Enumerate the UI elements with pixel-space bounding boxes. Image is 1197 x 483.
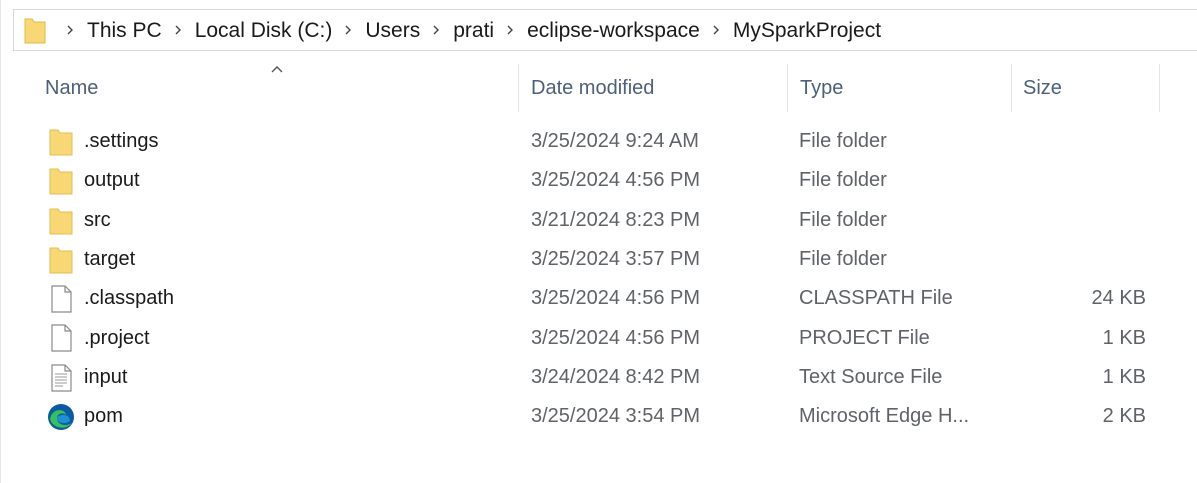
file-date-modified: 3/24/2024 8:42 PM xyxy=(531,365,701,388)
column-header-type[interactable]: Type xyxy=(800,62,843,114)
file-date-modified: 3/21/2024 8:23 PM xyxy=(531,208,701,231)
file-name: src xyxy=(84,208,111,231)
file-date-modified: 3/25/2024 3:54 PM xyxy=(531,405,701,428)
sort-ascending-icon xyxy=(271,66,283,73)
file-size xyxy=(1011,122,1146,161)
folder-icon xyxy=(49,247,73,274)
breadcrumb-item-this-pc[interactable]: This PC xyxy=(87,20,162,41)
chevron-right-icon[interactable] xyxy=(502,22,518,38)
file-date-modified: 3/25/2024 3:57 PM xyxy=(531,248,701,271)
list-item[interactable]: input 3/24/2024 8:42 PM Text Source File… xyxy=(1,358,1197,397)
file-type: Text Source File xyxy=(799,365,943,388)
chevron-right-icon[interactable] xyxy=(170,22,186,38)
chevron-right-icon[interactable] xyxy=(708,22,724,38)
column-header-date-modified[interactable]: Date modified xyxy=(531,62,654,114)
column-divider[interactable] xyxy=(787,64,788,112)
folder-icon xyxy=(24,18,46,44)
list-item[interactable]: .settings 3/25/2024 9:24 AM File folder xyxy=(1,122,1197,161)
file-size xyxy=(1011,201,1146,240)
list-item[interactable]: target 3/25/2024 3:57 PM File folder xyxy=(1,240,1197,279)
file-type: File folder xyxy=(799,248,887,271)
file-name: .classpath xyxy=(84,287,175,310)
file-date-modified: 3/25/2024 4:56 PM xyxy=(531,169,701,192)
file-list: .settings 3/25/2024 9:24 AM File folder … xyxy=(1,122,1197,436)
file-size: 24 KB xyxy=(1091,287,1146,310)
breadcrumb-item-local-disk[interactable]: Local Disk (C:) xyxy=(195,20,333,41)
file-size: 1 KB xyxy=(1102,365,1146,388)
text-file-icon xyxy=(51,364,72,392)
file-name: .project xyxy=(84,326,150,349)
file-date-modified: 3/25/2024 4:56 PM xyxy=(531,326,701,349)
folder-icon xyxy=(49,168,73,195)
breadcrumb-item-users[interactable]: Users xyxy=(365,20,420,41)
folder-icon xyxy=(49,208,73,235)
file-name: pom xyxy=(84,405,123,428)
file-icon xyxy=(51,285,72,313)
file-size: 2 KB xyxy=(1102,405,1146,428)
file-date-modified: 3/25/2024 4:56 PM xyxy=(531,287,701,310)
file-type: File folder xyxy=(799,130,887,153)
file-name: .settings xyxy=(84,130,159,153)
file-explorer-window: This PC Local Disk (C:) Users prati ecli… xyxy=(0,0,1197,483)
chevron-right-icon[interactable] xyxy=(428,22,444,38)
column-divider[interactable] xyxy=(518,64,519,112)
list-item[interactable]: pom 3/25/2024 3:54 PM Microsoft Edge H..… xyxy=(1,397,1197,436)
folder-icon xyxy=(49,129,73,156)
file-size xyxy=(1011,240,1146,279)
file-type: CLASSPATH File xyxy=(799,287,953,310)
list-item[interactable]: src 3/21/2024 8:23 PM File folder xyxy=(1,201,1197,240)
file-type: PROJECT File xyxy=(799,326,930,349)
breadcrumb-item-prati[interactable]: prati xyxy=(453,20,494,41)
list-item[interactable]: .project 3/25/2024 4:56 PM PROJECT File … xyxy=(1,318,1197,357)
file-name: input xyxy=(84,365,128,388)
file-type: File folder xyxy=(799,169,887,192)
chevron-right-icon[interactable] xyxy=(62,22,78,38)
edge-icon xyxy=(48,404,74,431)
file-size: 1 KB xyxy=(1102,326,1146,349)
breadcrumb[interactable]: This PC Local Disk (C:) Users prati ecli… xyxy=(13,9,1197,51)
file-type: Microsoft Edge H... xyxy=(799,405,970,428)
file-icon xyxy=(51,324,72,353)
list-item[interactable]: output 3/25/2024 4:56 PM File folder xyxy=(1,161,1197,200)
breadcrumb-item-myspark-project[interactable]: MySparkProject xyxy=(733,20,881,41)
list-item[interactable]: .classpath 3/25/2024 4:56 PM CLASSPATH F… xyxy=(1,279,1197,318)
column-header-name[interactable]: Name xyxy=(45,62,98,114)
file-date-modified: 3/25/2024 9:24 AM xyxy=(531,130,699,153)
chevron-right-icon[interactable] xyxy=(340,22,356,38)
column-header-size[interactable]: Size xyxy=(1023,62,1062,114)
file-type: File folder xyxy=(799,208,887,231)
breadcrumb-item-eclipse-workspace[interactable]: eclipse-workspace xyxy=(527,20,700,41)
file-name: output xyxy=(84,169,140,192)
file-size xyxy=(1011,161,1146,200)
file-name: target xyxy=(84,248,136,271)
column-header-row: Name Date modified Type Size xyxy=(1,62,1197,114)
column-divider[interactable] xyxy=(1011,64,1012,112)
column-divider[interactable] xyxy=(1159,64,1160,112)
